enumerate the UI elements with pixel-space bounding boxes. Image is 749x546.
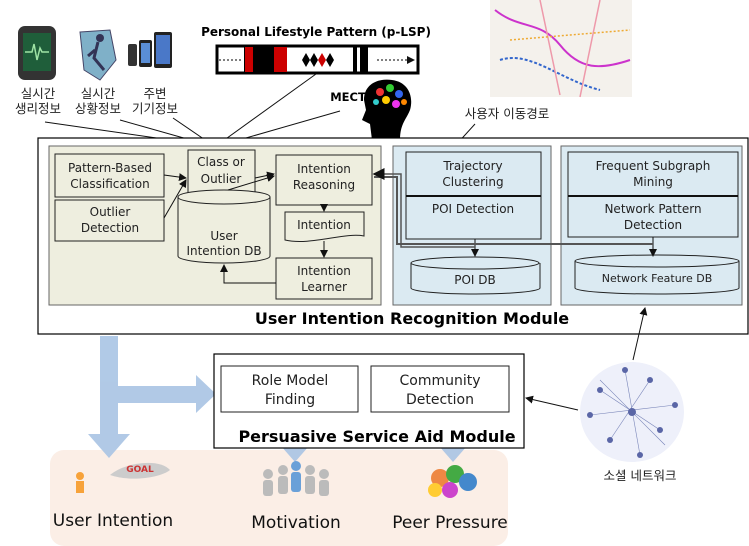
svg-text:Clustering: Clustering xyxy=(442,175,503,189)
intention-learner-box: Intention Learner xyxy=(275,257,373,300)
context-label-1: 실시간 xyxy=(81,86,116,101)
svg-text:Role Model: Role Model xyxy=(252,373,329,389)
peer-pressure-label: Peer Pressure xyxy=(392,513,508,533)
poi-detection-box: POI Detection xyxy=(405,195,542,240)
svg-text:User: User xyxy=(210,229,237,243)
brain-head-icon xyxy=(362,79,412,140)
trajectory-clustering-box: Trajectory Clustering xyxy=(405,151,542,197)
svg-text:Frequent Subgraph: Frequent Subgraph xyxy=(596,159,711,173)
svg-text:Classification: Classification xyxy=(70,177,149,191)
svg-text:Community: Community xyxy=(399,373,480,389)
plsp-title: Personal Lifestyle Pattern (p-LSP) xyxy=(201,25,431,39)
svg-text:Intention DB: Intention DB xyxy=(186,244,261,258)
outlier-detection-box: Outlier Detection xyxy=(54,199,165,242)
poi-db-cylinder: POI DB xyxy=(410,256,541,295)
user-intention-db-cylinder: User Intention DB xyxy=(177,189,271,264)
svg-text:Network Pattern: Network Pattern xyxy=(604,202,701,216)
svg-text:Mining: Mining xyxy=(633,175,673,189)
devices-label-2: 기기정보 xyxy=(132,101,178,116)
trajectory-map-image xyxy=(490,0,632,98)
user-intention-label: User Intention xyxy=(53,511,173,531)
context-label-2: 상황정보 xyxy=(75,101,121,116)
role-model-finding-box: Role Model Finding xyxy=(220,365,359,413)
svg-text:Learner: Learner xyxy=(301,280,347,294)
physio-label-1: 실시간 xyxy=(21,86,56,101)
svg-text:Pattern-Based: Pattern-Based xyxy=(68,161,152,175)
social-network-label: 소셜 네트워크 xyxy=(604,468,677,483)
network-feature-db-cylinder: Network Feature DB xyxy=(574,254,740,295)
diagram-canvas: 실시간 생리정보 실시간 상황정보 주변 기기정보 Personal Lifes… xyxy=(15,0,749,546)
svg-text:GOAL: GOAL xyxy=(126,465,154,475)
svg-text:Reasoning: Reasoning xyxy=(293,178,355,192)
svg-text:Finding: Finding xyxy=(265,392,315,408)
mect-label: MECT xyxy=(330,90,366,104)
context-runner-icon xyxy=(79,29,117,81)
svg-text:Outlier: Outlier xyxy=(90,205,131,219)
motivation-label: Motivation xyxy=(251,513,341,533)
trajectory-label: 사용자 이동경로 xyxy=(465,106,549,121)
svg-text:Outlier: Outlier xyxy=(201,172,242,186)
recognition-module-title: User Intention Recognition Module xyxy=(255,309,569,328)
plsp-bar xyxy=(215,44,420,75)
network-pattern-detection-box: Network Pattern Detection xyxy=(567,195,739,238)
devices-label-1: 주변 xyxy=(143,86,166,101)
svg-text:Trajectory: Trajectory xyxy=(442,159,502,173)
physio-monitor-icon xyxy=(18,26,56,80)
svg-text:POI DB: POI DB xyxy=(454,273,496,287)
physio-label-2: 생리정보 xyxy=(15,101,61,116)
svg-text:Class or: Class or xyxy=(197,155,245,169)
frequent-subgraph-mining-box: Frequent Subgraph Mining xyxy=(567,151,739,197)
pattern-based-classification-box: Pattern-Based Classification xyxy=(54,153,165,198)
svg-text:Intention: Intention xyxy=(297,264,351,278)
svg-text:Detection: Detection xyxy=(406,392,474,408)
svg-text:POI Detection: POI Detection xyxy=(432,202,514,216)
diagram: 실시간 생리정보 실시간 상황정보 주변 기기정보 Personal Lifes… xyxy=(0,0,749,546)
svg-text:Detection: Detection xyxy=(624,218,682,232)
mobile-devices-icon xyxy=(128,32,172,68)
community-detection-box: Community Detection xyxy=(370,365,510,413)
svg-text:Intention: Intention xyxy=(297,162,351,176)
social-network-graph-image xyxy=(580,362,684,462)
svg-text:Detection: Detection xyxy=(81,221,139,235)
svg-text:Intention: Intention xyxy=(297,218,351,232)
svg-text:Network Feature DB: Network Feature DB xyxy=(602,272,713,285)
persuasive-module-title: Persuasive Service Aid Module xyxy=(238,427,515,446)
intention-reasoning-box: Intention Reasoning xyxy=(275,154,373,206)
